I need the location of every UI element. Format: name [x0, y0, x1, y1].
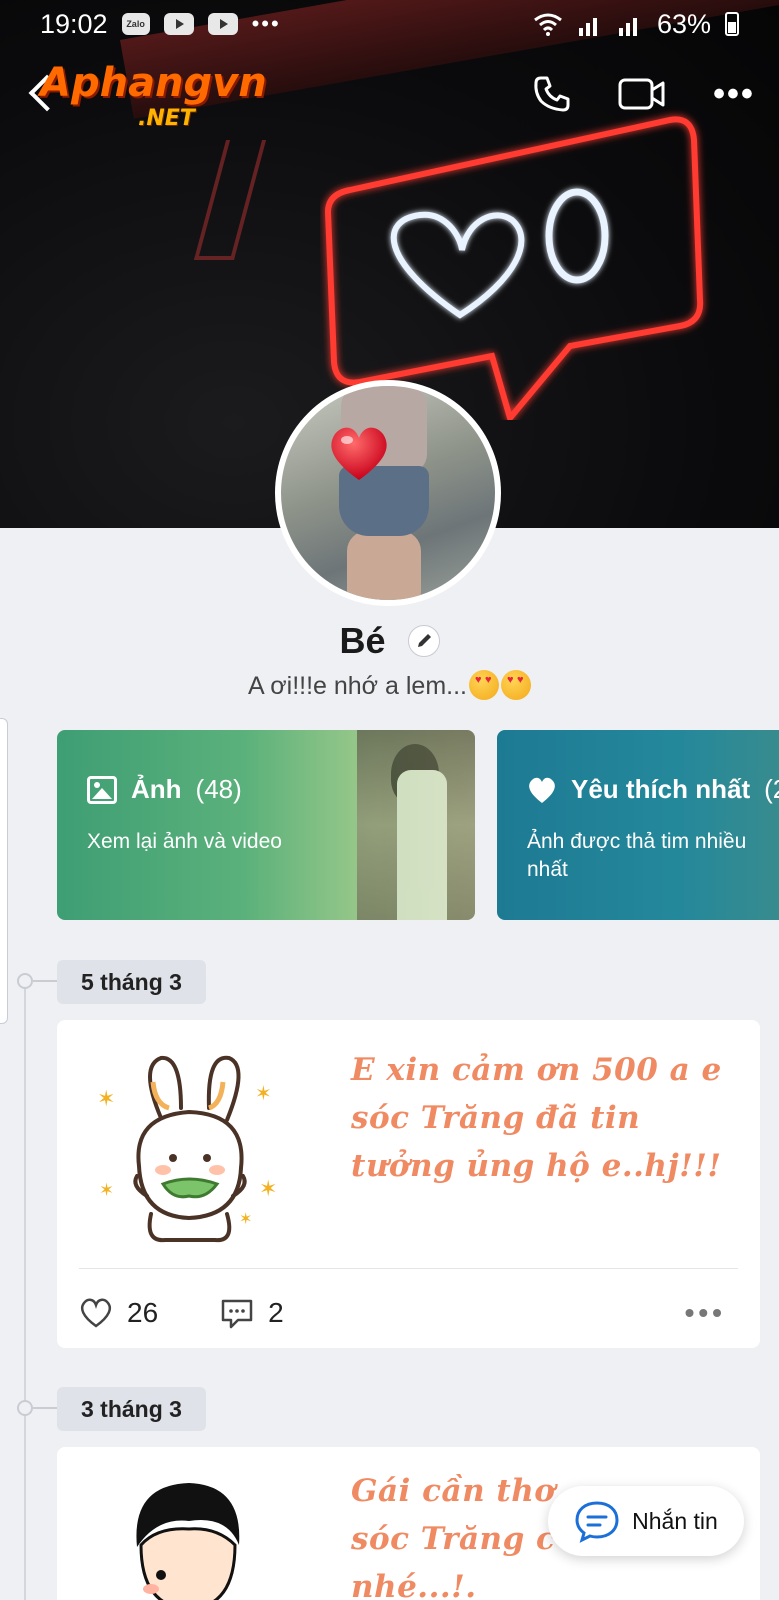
wifi-icon — [534, 13, 562, 36]
battery-percent: 63% — [656, 8, 711, 39]
cover-bracket — [193, 140, 267, 260]
album-description: Xem lại ảnh và video — [87, 830, 282, 853]
profile-status-text: A ơi!!!e nhớ a lem... — [248, 672, 467, 700]
album-card-favorites[interactable]: Yêu thích nhất (2 Ảnh được thả tim nhiều… — [497, 730, 779, 920]
edit-name-button[interactable] — [407, 625, 440, 658]
album-title-row: Yêu thích nhất (2 — [527, 774, 779, 805]
svg-text:✶: ✶ — [99, 1180, 114, 1201]
album-title: Yêu thích nhất — [571, 774, 751, 804]
album-count: (2 — [764, 774, 779, 804]
call-button[interactable] — [524, 66, 580, 122]
left-edge-panel — [0, 718, 8, 1024]
watermark-logo: Aphangvn .NET — [40, 60, 280, 131]
profile-status: A ơi!!!e nhớ a lem... — [0, 670, 779, 701]
heart-icon — [529, 777, 555, 803]
message-button[interactable]: Nhắn tin — [548, 1486, 744, 1556]
watermark-sub: .NET — [138, 106, 195, 131]
pencil-icon — [417, 634, 431, 648]
status-time: 19:02 — [40, 8, 108, 39]
heart-eyes-emoji-icon — [469, 670, 499, 700]
timeline-connector — [33, 980, 57, 982]
comment-count: 2 — [268, 1297, 284, 1328]
timeline-line — [24, 980, 26, 1600]
youtube-icon — [163, 13, 194, 35]
post-more-icon[interactable]: ••• — [685, 1297, 726, 1329]
video-call-button[interactable] — [614, 66, 670, 122]
notification-more-icon: ••• — [251, 11, 281, 36]
zalo-icon: Zalo — [121, 13, 150, 35]
date-chip: 5 tháng 3 — [57, 960, 206, 1004]
timeline-dot — [17, 1400, 33, 1416]
message-button-label: Nhắn tin — [632, 1507, 718, 1534]
chat-bubble-icon — [575, 1501, 619, 1543]
svg-text:✶: ✶ — [255, 1081, 272, 1105]
rabbit-sticker-icon: ✶ ✶ ✶ ✶ ✶ — [97, 1055, 277, 1243]
post-text: E xin cảm ơn 500 a e sóc Trăng đã tin tư… — [351, 1052, 722, 1184]
battery-icon — [725, 12, 739, 36]
image-icon — [87, 775, 117, 804]
avatar[interactable] — [275, 380, 501, 606]
more-dots-icon: ••• — [713, 75, 755, 113]
comment-button[interactable]: 2 — [220, 1297, 284, 1329]
youtube-icon — [207, 13, 238, 35]
like-button[interactable]: 26 — [79, 1297, 158, 1329]
heart-eyes-emoji-icon — [501, 670, 531, 700]
album-count: (48) — [195, 774, 242, 804]
comment-icon — [221, 1299, 253, 1329]
album-title: Ảnh — [131, 774, 182, 804]
profile-header: Aphangvn .NET ••• — [0, 56, 779, 136]
avatar-figure-legs — [347, 531, 421, 600]
status-bar: 19:02 Zalo ••• 63% — [0, 0, 779, 48]
more-options-button[interactable]: ••• — [706, 66, 762, 122]
watermark-main: Aphangvn — [40, 60, 267, 106]
date-chip: 3 tháng 3 — [57, 1387, 206, 1431]
album-description: Ảnh được thả tim nhiều nhất — [527, 830, 747, 881]
signal-icon — [578, 18, 597, 36]
post-divider — [79, 1268, 738, 1269]
timeline-connector — [33, 1407, 57, 1409]
album-title-row: Ảnh (48) — [87, 774, 242, 805]
like-count: 26 — [127, 1297, 159, 1328]
video-camera-icon — [618, 78, 665, 110]
heart-sticker-icon — [331, 427, 387, 480]
album-card-photos[interactable]: Ảnh (48) Xem lại ảnh và video — [57, 730, 475, 920]
album-thumbnail — [357, 730, 475, 920]
svg-text:✶: ✶ — [97, 1087, 115, 1112]
cartoon-boy-sticker-icon — [136, 1483, 240, 1600]
profile-name-row: Bé — [0, 618, 779, 662]
svg-text:✶: ✶ — [259, 1177, 277, 1202]
timeline-dot — [17, 973, 33, 989]
heart-outline-icon — [80, 1298, 112, 1328]
signal-icon — [618, 18, 637, 36]
phone-icon — [534, 76, 570, 112]
neon-like-sign: 0 — [324, 116, 704, 420]
timeline-post[interactable]: ✶ ✶ ✶ ✶ ✶ E xin cảm ơn 500 a e sóc Trăng… — [57, 1020, 760, 1348]
post-actions: 26 2 ••• — [79, 1278, 738, 1348]
svg-text:✶: ✶ — [239, 1209, 252, 1228]
profile-name: Bé — [339, 620, 386, 662]
